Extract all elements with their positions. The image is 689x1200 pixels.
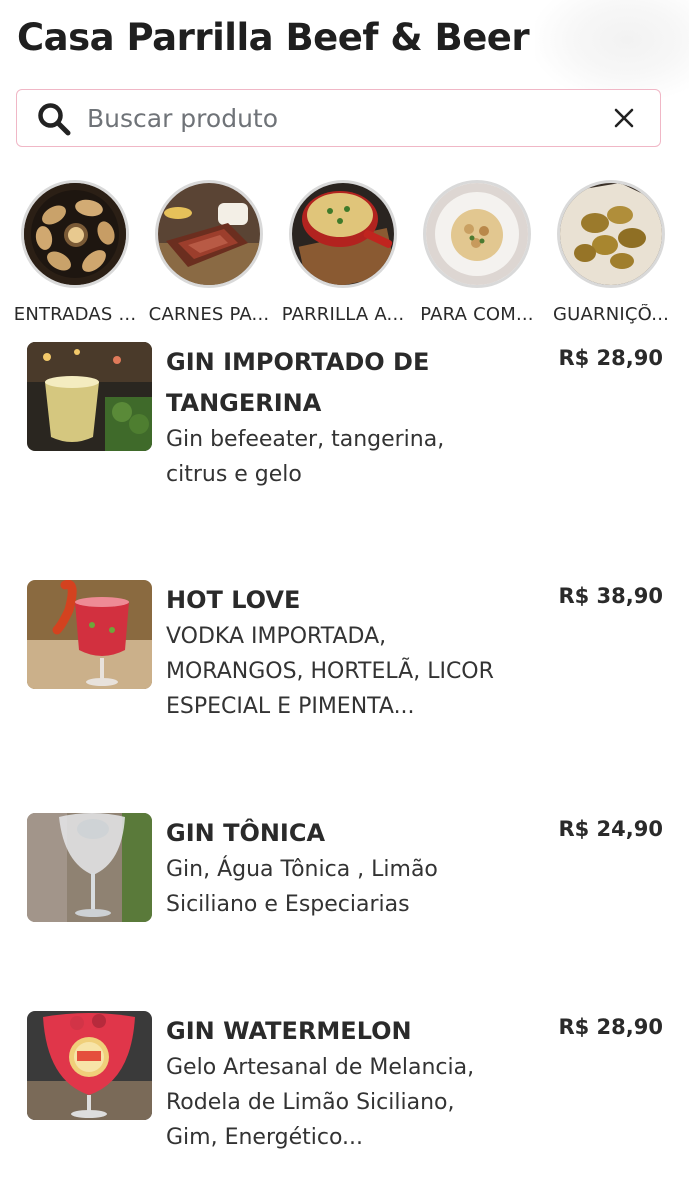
product-hot-love[interactable]: HOT LOVE VODKA IMPORTADA, MORANGOS, HORT… (27, 580, 667, 730)
product-gin-tonica[interactable]: GIN TÔNICA Gin, Água Tônica , Limão Sici… (27, 813, 667, 933)
search-icon (38, 103, 71, 136)
risotto-photo (423, 180, 531, 288)
category-label: PARA COM... (420, 304, 534, 325)
product-gin-watermelon[interactable]: GIN WATERMELON Gelo Artesanal de Melanci… (27, 1011, 667, 1161)
pan-dish-photo (289, 180, 397, 288)
category-entradas[interactable]: ENTRADAS ... (10, 180, 140, 325)
product-description: VODKA IMPORTADA, MORANGOS, HORTELÃ, LICO… (166, 624, 494, 719)
category-guarnicoes[interactable]: GUARNIÇÕ... (546, 180, 676, 325)
side-dish-photo (557, 180, 665, 288)
category-para-compartilhar[interactable]: PARA COM... (412, 180, 542, 325)
product-description: Gelo Artesanal de Melancia, Rodela de Li… (166, 1055, 475, 1150)
product-gin-importado-tangerina[interactable]: GIN IMPORTADO DE TANGERINA Gin befeeater… (27, 342, 667, 492)
product-price: R$ 28,90 (558, 346, 663, 370)
product-photo (27, 1011, 152, 1120)
category-carousel: ENTRADAS ... CARNES PA... PARRILLA A... … (0, 180, 689, 330)
search-input[interactable] (87, 98, 587, 138)
category-label: ENTRADAS ... (13, 304, 137, 325)
product-price: R$ 24,90 (558, 817, 663, 841)
product-name: GIN WATERMELON (166, 1017, 412, 1045)
product-name: HOT LOVE (166, 586, 301, 614)
product-price: R$ 28,90 (558, 1015, 663, 1039)
product-photo (27, 580, 152, 689)
product-description: Gin, Água Tônica , Limão Siciliano e Esp… (166, 857, 438, 917)
category-carnes[interactable]: CARNES PA... (144, 180, 274, 325)
category-label: GUARNIÇÕ... (552, 304, 670, 325)
category-label: PARRILLA A... (281, 304, 405, 325)
product-photo (27, 813, 152, 922)
appetizer-photo (21, 180, 129, 288)
product-photo (27, 342, 152, 451)
page-title: Casa Parrilla Beef & Beer (17, 16, 530, 59)
product-price: R$ 38,90 (558, 584, 663, 608)
product-name: GIN IMPORTADO DE TANGERINA (166, 348, 430, 417)
category-parrilla[interactable]: PARRILLA A... (278, 180, 408, 325)
category-label: CARNES PA... (148, 304, 270, 325)
steak-photo (155, 180, 263, 288)
product-description: Gin befeeater, tangerina, citrus e gelo (166, 427, 445, 487)
search-bar (16, 89, 661, 147)
header-decoration (535, 0, 689, 100)
product-name: GIN TÔNICA (166, 819, 326, 847)
close-icon[interactable] (612, 106, 636, 130)
